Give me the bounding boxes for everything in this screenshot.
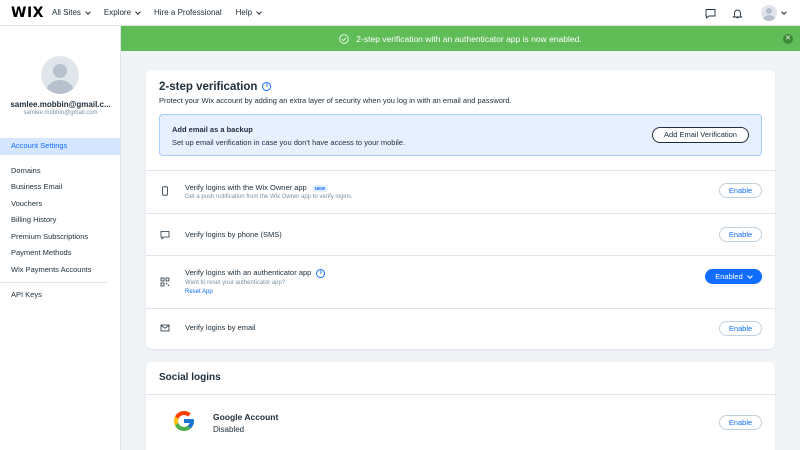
backup-email-notice: Add email as a backup Set up email verif… [159, 114, 762, 156]
sidebar-item-api-keys[interactable]: API Keys [0, 287, 120, 304]
chevron-down-icon [135, 8, 141, 15]
method-title: Verify logins with an authenticator app [185, 268, 312, 277]
wix-logo[interactable]: WIX [11, 5, 43, 21]
sidebar-item-payment-methods[interactable]: Payment Methods [0, 245, 120, 262]
enable-owner-app-button[interactable]: Enable [719, 183, 762, 198]
method-row-sms: Verify logins by phone (SMS) Enable [146, 213, 775, 255]
chevron-down-icon [746, 272, 753, 279]
nav-explore-label: Explore [103, 8, 132, 17]
method-description: Get a push notification from the Wix Own… [185, 194, 353, 200]
sidebar-item-account-settings[interactable]: Account Settings [0, 138, 120, 155]
nav-help-label: Help [235, 8, 253, 17]
user-email: samlee.mobbin@gmail.com [23, 110, 98, 116]
reset-app-link[interactable]: Reset App [185, 289, 213, 295]
backup-title: Add email as a backup [172, 125, 253, 134]
new-badge: NEW [311, 184, 329, 192]
verification-subtitle: Protect your Wix account by adding an ex… [159, 96, 512, 105]
two-step-verification-card: 2-step verification i Protect your Wix ac… [146, 70, 775, 349]
top-nav: All Sites Explore Hire a Professional He… [52, 8, 275, 17]
success-banner: 2-step verification with an authenticato… [121, 26, 800, 51]
info-icon[interactable]: i [262, 82, 272, 92]
add-email-verification-button[interactable]: Add Email Verification [652, 127, 749, 143]
nav-help[interactable]: Help [235, 8, 262, 17]
sidebar-menu: Account Settings Domains Business Email … [0, 138, 120, 304]
enable-google-button[interactable]: Enable [719, 415, 762, 430]
avatar[interactable] [761, 5, 777, 21]
method-title-line: Verify logins with the Wix Owner app NEW [185, 183, 329, 192]
enabled-label: Enabled [715, 272, 743, 281]
method-title-line: Verify logins with an authenticator app i [185, 268, 326, 278]
method-title: Verify logins by phone (SMS) [185, 230, 282, 239]
google-icon [174, 411, 194, 431]
backup-description: Set up email verification in case you do… [172, 138, 406, 147]
method-title: Verify logins by email [185, 323, 256, 332]
method-row-authenticator: Verify logins with an authenticator app i… [146, 255, 775, 308]
verification-title: 2-step verification [159, 81, 258, 93]
top-bar: WIX All Sites Explore Hire a Professiona… [0, 0, 800, 26]
chevron-down-icon [85, 8, 91, 15]
check-circle-icon [339, 33, 349, 44]
info-icon[interactable]: i [316, 268, 326, 278]
sidebar-item-vouchers[interactable]: Vouchers [0, 196, 120, 213]
method-row-owner-app: Verify logins with the Wix Owner app NEW … [146, 170, 775, 213]
qr-code-icon [160, 277, 170, 287]
sidebar-item-business-email[interactable]: Business Email [0, 179, 120, 196]
google-account-title: Google Account [213, 412, 279, 422]
nav-hire-professional[interactable]: Hire a Professional [154, 8, 222, 17]
social-logins-card: Social logins Google Account Disabled En… [146, 362, 775, 450]
sidebar-item-wix-payments-accounts[interactable]: Wix Payments Accounts [0, 262, 120, 279]
message-icon [160, 231, 170, 240]
sidebar-divider [0, 282, 107, 283]
profile-avatar [41, 56, 79, 94]
enabled-dropdown-button[interactable]: Enabled [705, 269, 762, 284]
bell-icon[interactable] [731, 7, 743, 19]
card-title: 2-step verification i [159, 81, 272, 93]
social-title: Social logins [159, 372, 221, 383]
chevron-down-icon [256, 8, 262, 15]
user-name: samlee.mobbin@gmail.c... [10, 100, 111, 109]
nav-all-sites-label: All Sites [52, 8, 81, 17]
envelope-icon [160, 324, 170, 332]
method-description: Want to reset your authenticator app? [185, 280, 286, 286]
phone-icon [162, 186, 168, 196]
nav-hire-label: Hire a Professional [154, 8, 222, 17]
nav-all-sites[interactable]: All Sites [52, 8, 91, 17]
enable-sms-button[interactable]: Enable [719, 227, 762, 242]
sidebar-item-domains[interactable]: Domains [0, 163, 120, 180]
google-account-status: Disabled [213, 425, 245, 434]
sidebar-item-billing-history[interactable]: Billing History [0, 212, 120, 229]
chevron-down-icon[interactable] [781, 9, 787, 15]
close-icon[interactable]: ✕ [783, 34, 793, 44]
top-right-actions [689, 0, 787, 26]
method-row-email: Verify logins by email Enable [146, 308, 775, 349]
sidebar: samlee.mobbin@gmail.c... samlee.mobbin@g… [0, 26, 121, 450]
social-row-google [146, 394, 775, 450]
enable-email-button[interactable]: Enable [719, 321, 762, 336]
banner-message: 2-step verification with an authenticato… [356, 33, 582, 44]
nav-explore[interactable]: Explore [103, 8, 141, 17]
sidebar-item-premium-subscriptions[interactable]: Premium Subscriptions [0, 229, 120, 246]
chat-icon[interactable] [704, 7, 716, 19]
method-title: Verify logins with the Wix Owner app [185, 183, 307, 192]
